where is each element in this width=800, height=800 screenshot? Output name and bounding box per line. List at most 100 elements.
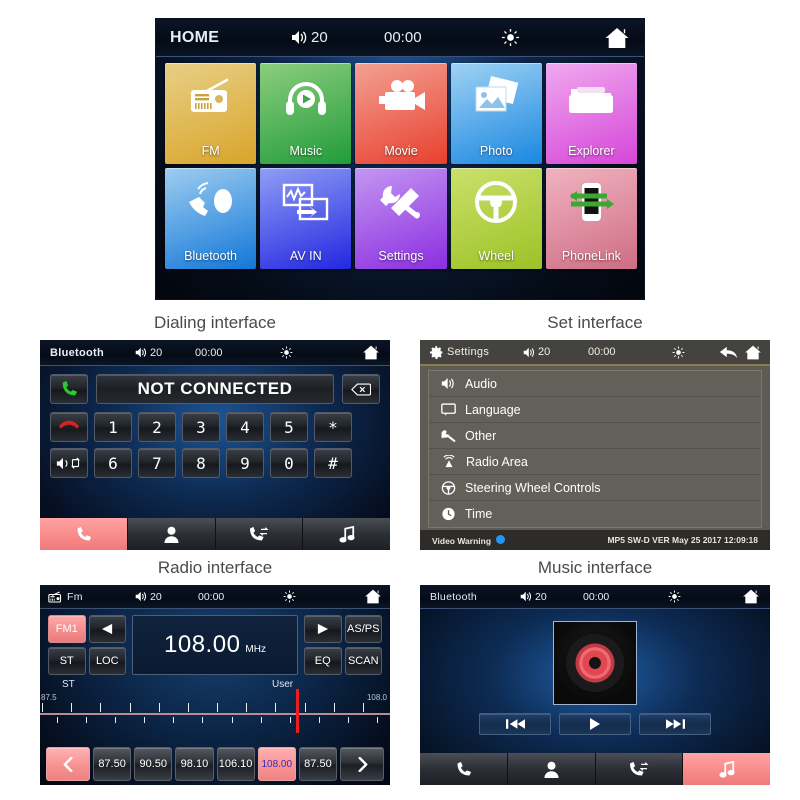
asps-button[interactable]: AS/PS — [344, 615, 382, 643]
scale-tick-major — [304, 703, 306, 712]
dial-tab[interactable] — [40, 518, 128, 550]
eq-button[interactable]: EQ — [304, 647, 342, 675]
scale-tick-minor — [173, 717, 175, 723]
preset-5[interactable]: 108.00 — [257, 747, 296, 781]
tile-photo[interactable]: Photo — [450, 63, 542, 164]
settings-item-label: Language — [465, 402, 521, 417]
volume-indicator: 20 — [135, 591, 162, 603]
home-icon[interactable] — [364, 589, 382, 604]
tile-wheel[interactable]: Wheel — [450, 168, 542, 269]
screen-title: Bluetooth — [430, 590, 478, 603]
st-loc-row: ST LOC — [48, 647, 126, 675]
key-star[interactable]: * — [314, 412, 352, 442]
dial-tab[interactable] — [420, 753, 508, 785]
seek-next-button[interactable] — [304, 615, 342, 643]
settings-item-language[interactable]: Language — [429, 397, 761, 423]
seek-prev-button[interactable] — [88, 615, 126, 643]
backspace-button[interactable] — [342, 374, 380, 404]
preset-1[interactable]: 87.50 — [93, 747, 132, 781]
contacts-tab[interactable] — [507, 753, 596, 785]
key-7[interactable]: 7 — [138, 448, 176, 478]
tile-explorer[interactable]: Explorer — [545, 63, 637, 164]
preset-6[interactable]: 87.50 — [298, 747, 338, 781]
tile-av-in[interactable]: AV IN — [260, 168, 352, 269]
sun-icon[interactable] — [280, 346, 293, 359]
tile-fm[interactable]: FM — [165, 63, 257, 164]
music-note-icon — [339, 525, 355, 543]
folder-icon — [546, 75, 637, 121]
previous-track-icon — [505, 718, 525, 730]
next-track-button[interactable] — [639, 713, 711, 735]
key-1[interactable]: 1 — [94, 412, 132, 442]
scale-tick-minor — [348, 717, 350, 723]
scale-min-label: 87.5 — [41, 693, 57, 702]
preset-prev-button[interactable] — [46, 747, 90, 781]
key-9[interactable]: 9 — [226, 448, 264, 478]
tile-phonelink[interactable]: PhoneLink — [545, 168, 637, 269]
st-button[interactable]: ST — [48, 647, 86, 675]
scale-tick-major — [158, 703, 160, 712]
preset-3[interactable]: 98.10 — [175, 747, 214, 781]
key-3[interactable]: 3 — [182, 412, 220, 442]
bt-music-tab[interactable] — [303, 518, 390, 550]
key-4[interactable]: 4 — [226, 412, 264, 442]
preset-4[interactable]: 106.10 — [216, 747, 255, 781]
playback-controls — [420, 713, 770, 735]
scale-tick-minor — [114, 717, 116, 723]
call-button[interactable] — [50, 374, 88, 404]
hangup-button[interactable] — [50, 412, 88, 442]
contact-icon — [544, 761, 559, 778]
loc-button[interactable]: LOC — [88, 647, 126, 675]
volume-indicator: 20 — [135, 347, 162, 359]
scan-button[interactable]: SCAN — [344, 647, 382, 675]
scale-tick-minor — [289, 717, 291, 723]
preset-2[interactable]: 90.50 — [134, 747, 173, 781]
sun-icon[interactable] — [283, 590, 296, 603]
home-icon[interactable] — [604, 27, 630, 49]
sun-icon[interactable] — [501, 28, 520, 47]
antenna-icon — [441, 455, 457, 468]
key-hash[interactable]: # — [314, 448, 352, 478]
history-tab[interactable] — [215, 518, 304, 550]
number-display[interactable]: NOT CONNECTED — [96, 374, 334, 404]
play-button[interactable] — [559, 713, 631, 735]
settings-item-time[interactable]: Time — [429, 501, 761, 527]
settings-footer: Video Warning MP5 SW-D VER May 25 2017 1… — [420, 530, 770, 550]
key-2[interactable]: 2 — [138, 412, 176, 442]
contacts-tab[interactable] — [127, 518, 216, 550]
frequency-scale[interactable]: ST User 87.5 108.0 — [40, 679, 390, 741]
settings-item-audio[interactable]: Audio — [429, 371, 761, 397]
tile-settings[interactable]: Settings — [355, 168, 447, 269]
steering-icon — [451, 180, 542, 226]
tile-bluetooth[interactable]: Bluetooth — [165, 168, 257, 269]
audio-transfer-button[interactable] — [50, 448, 88, 478]
settings-item-other[interactable]: Other — [429, 423, 761, 449]
home-icon[interactable] — [744, 345, 762, 360]
music-screen: Bluetooth 20 00:00 — [420, 585, 770, 785]
prev-track-button[interactable] — [479, 713, 551, 735]
back-arrow-icon[interactable] — [719, 345, 738, 359]
settings-item-steering-wheel-controls[interactable]: Steering Wheel Controls — [429, 475, 761, 501]
av-in-icon — [260, 180, 351, 226]
bt-music-tab[interactable] — [683, 753, 770, 785]
key-6[interactable]: 6 — [94, 448, 132, 478]
tile-movie[interactable]: Movie — [355, 63, 447, 164]
speaker-icon — [523, 347, 536, 358]
home-icon[interactable] — [362, 345, 380, 360]
home-icon[interactable] — [742, 589, 760, 604]
key-5[interactable]: 5 — [270, 412, 308, 442]
preset-next-button[interactable] — [340, 747, 385, 781]
sun-icon[interactable] — [668, 590, 681, 603]
settings-item-label: Time — [465, 507, 493, 521]
key-8[interactable]: 8 — [182, 448, 220, 478]
band-button[interactable]: FM1 — [48, 615, 86, 643]
dial-status-bar: Bluetooth 20 00:00 — [40, 340, 390, 366]
sun-icon[interactable] — [672, 346, 685, 359]
settings-item-radio-area[interactable]: Radio Area — [429, 449, 761, 475]
history-tab[interactable] — [595, 753, 684, 785]
settings-status-bar: Settings 20 00:00 — [420, 340, 770, 366]
volume-value: 20 — [150, 590, 162, 603]
caption-radio: Radio interface — [157, 558, 273, 577]
key-0[interactable]: 0 — [270, 448, 308, 478]
tile-music[interactable]: Music — [260, 63, 352, 164]
